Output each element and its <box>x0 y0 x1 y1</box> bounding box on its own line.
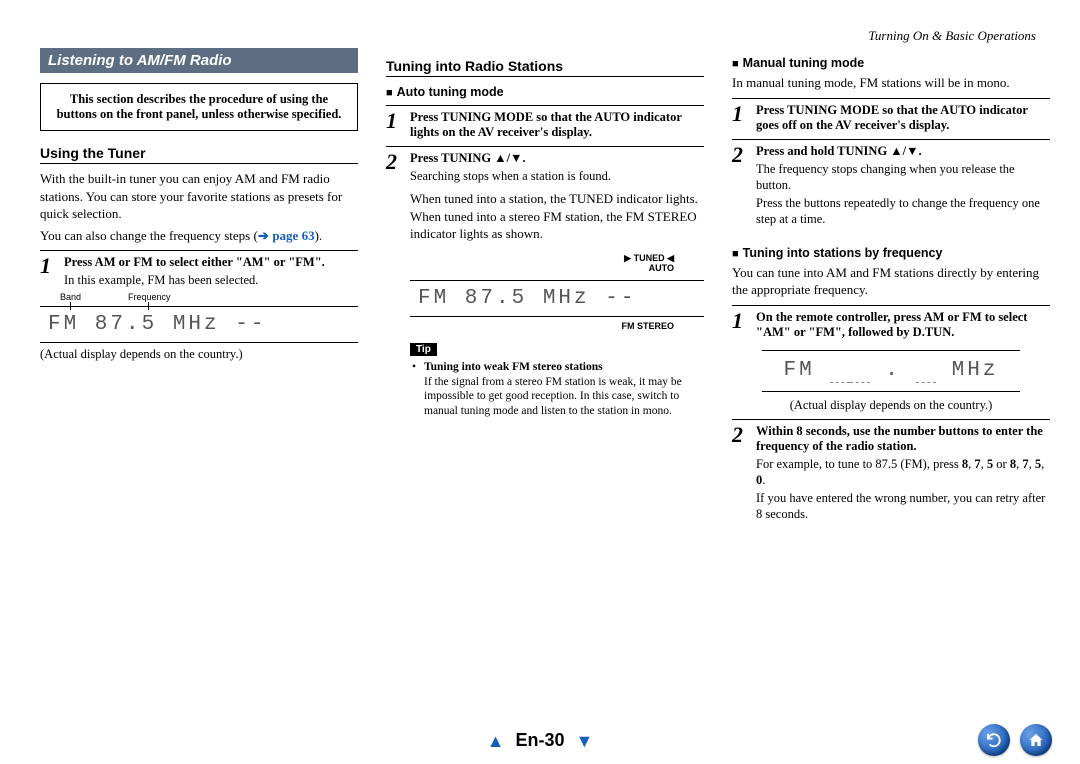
tuner-display-wrap: TUNED AUTO FM 87.5 MHz -- FM STEREO <box>410 253 704 331</box>
tip-item: Tuning into weak FM stereo stations If t… <box>424 360 704 420</box>
step-1: 1 Press AM or FM to select either "AM" o… <box>40 250 358 288</box>
step-2: 2 Press TUNING ▲/▼. Searching stops when… <box>386 146 704 184</box>
step-title: Within 8 seconds, use the number buttons… <box>756 424 1050 454</box>
step-title: Press TUNING ▲/▼. <box>410 151 704 166</box>
column-3: ■ Manual tuning mode In manual tuning mod… <box>732 30 1050 529</box>
label-band: Band <box>60 292 81 302</box>
subheading-text: Tuning into stations by frequency <box>743 246 943 260</box>
tip-list: Tuning into weak FM stereo stations If t… <box>410 360 704 420</box>
next-page-button[interactable]: ▼ <box>570 731 600 751</box>
square-bullet-icon: ■ <box>732 248 739 260</box>
corner-nav <box>978 724 1052 756</box>
tuner-display: FM . MHz <box>762 350 1020 392</box>
home-icon <box>1028 732 1044 748</box>
page-xref[interactable]: ➔ page 63 <box>258 228 315 243</box>
step-title: Press AM or FM to select either "AM" or … <box>64 255 358 270</box>
step-title: Press and hold TUNING ▲/▼. <box>756 144 1050 159</box>
square-bullet-icon: ■ <box>732 58 739 70</box>
subheading-byfreq: ■ Tuning into stations by frequency <box>732 246 1050 260</box>
tip-head: Tuning into weak FM stereo stations <box>424 361 603 373</box>
paragraph: When tuned into a station, the TUNED ind… <box>410 190 704 243</box>
display-caption: (Actual display depends on the country.) <box>40 347 358 362</box>
seg-blank <box>850 359 870 383</box>
seg-blank <box>830 359 850 383</box>
tuner-display: FM 87.5 MHz -- <box>410 280 704 317</box>
step-1: 1 On the remote controller, press AM or … <box>732 305 1050 340</box>
tuned-indicator: TUNED <box>624 253 674 263</box>
text: ). <box>315 228 323 243</box>
home-button[interactable] <box>1020 724 1052 756</box>
seg-unit: MHz <box>952 359 999 382</box>
paragraph: With the built-in tuner you can enjoy AM… <box>40 170 358 223</box>
step-title: Press TUNING MODE so that the AUTO indic… <box>410 110 704 140</box>
seg-fm: FM <box>784 359 815 382</box>
column-2: Tuning into Radio Stations ■ Auto tuning … <box>386 30 704 529</box>
step-1: 1 Press TUNING MODE so that the AUTO ind… <box>732 98 1050 133</box>
seg-dot: . <box>870 359 917 382</box>
tuner-display: FM 87.5 MHz -- <box>40 306 358 343</box>
step-text: The frequency stops changing when you re… <box>756 161 1050 194</box>
paragraph: You can tune into AM and FM stations dir… <box>732 264 1050 299</box>
step-number: 2 <box>732 144 750 228</box>
xref-label: page 63 <box>272 228 314 243</box>
intro-box: This section describes the procedure of … <box>40 83 358 131</box>
fm-stereo-indicator: FM STEREO <box>410 321 704 331</box>
step-number: 2 <box>386 151 404 184</box>
page-footer: ▲ En-30 ▼ <box>0 730 1080 752</box>
display-text: FM 87.5 MHz -- <box>48 313 266 336</box>
paragraph: You can also change the frequency steps … <box>40 227 358 245</box>
display-text: FM . MHz <box>784 359 999 382</box>
step-text: For example, to tune to 87.5 (FM), press… <box>756 456 1050 489</box>
text: You can also change the frequency steps … <box>40 228 258 243</box>
undo-icon <box>985 731 1003 749</box>
step-number: 2 <box>732 424 750 523</box>
step-number: 1 <box>386 110 404 140</box>
step-text: In this example, FM has been selected. <box>64 272 358 288</box>
heading-tuning-stations: Tuning into Radio Stations <box>386 58 704 77</box>
step-title: On the remote controller, press AM or FM… <box>756 310 1050 340</box>
display-top-labels: TUNED AUTO <box>410 253 704 274</box>
page-number: En-30 <box>515 730 564 750</box>
auto-indicator: AUTO <box>649 263 674 273</box>
paragraph: In manual tuning mode, FM stations will … <box>732 74 1050 92</box>
column-1: Listening to AM/FM Radio This section de… <box>40 30 358 529</box>
tip-body: If the signal from a stereo FM station i… <box>424 376 682 418</box>
step-2: 2 Within 8 seconds, use the number butto… <box>732 419 1050 523</box>
step-text: If you have entered the wrong number, yo… <box>756 490 1050 523</box>
subheading-manual: ■ Manual tuning mode <box>732 56 1050 70</box>
step-2: 2 Press and hold TUNING ▲/▼. The frequen… <box>732 139 1050 228</box>
step-number: 1 <box>40 255 58 288</box>
back-button[interactable] <box>978 724 1010 756</box>
page-body: Listening to AM/FM Radio This section de… <box>0 0 1080 529</box>
subheading-text: Auto tuning mode <box>397 85 504 99</box>
tip-label: Tip <box>410 343 437 356</box>
section-banner: Listening to AM/FM Radio <box>40 48 358 73</box>
arrow-icon: ➔ <box>258 228 273 243</box>
step-1: 1 Press TUNING MODE so that the AUTO ind… <box>386 105 704 140</box>
prev-page-button[interactable]: ▲ <box>481 731 511 751</box>
header-section: Turning On & Basic Operations <box>868 28 1036 44</box>
heading-using-tuner: Using the Tuner <box>40 145 358 164</box>
display-caption: (Actual display depends on the country.) <box>732 398 1050 413</box>
step-number: 1 <box>732 310 750 340</box>
step-text: Searching stops when a station is found. <box>410 168 704 184</box>
square-bullet-icon: ■ <box>386 87 393 99</box>
step-number: 1 <box>732 103 750 133</box>
display-text: FM 87.5 MHz -- <box>418 287 636 310</box>
seg-blank <box>916 359 936 383</box>
subheading-text: Manual tuning mode <box>743 56 865 70</box>
label-frequency: Frequency <box>128 292 171 302</box>
step-text: Press the buttons repeatedly to change t… <box>756 195 1050 228</box>
subheading-auto: ■ Auto tuning mode <box>386 85 704 99</box>
step-title: Press TUNING MODE so that the AUTO indic… <box>756 103 1050 133</box>
